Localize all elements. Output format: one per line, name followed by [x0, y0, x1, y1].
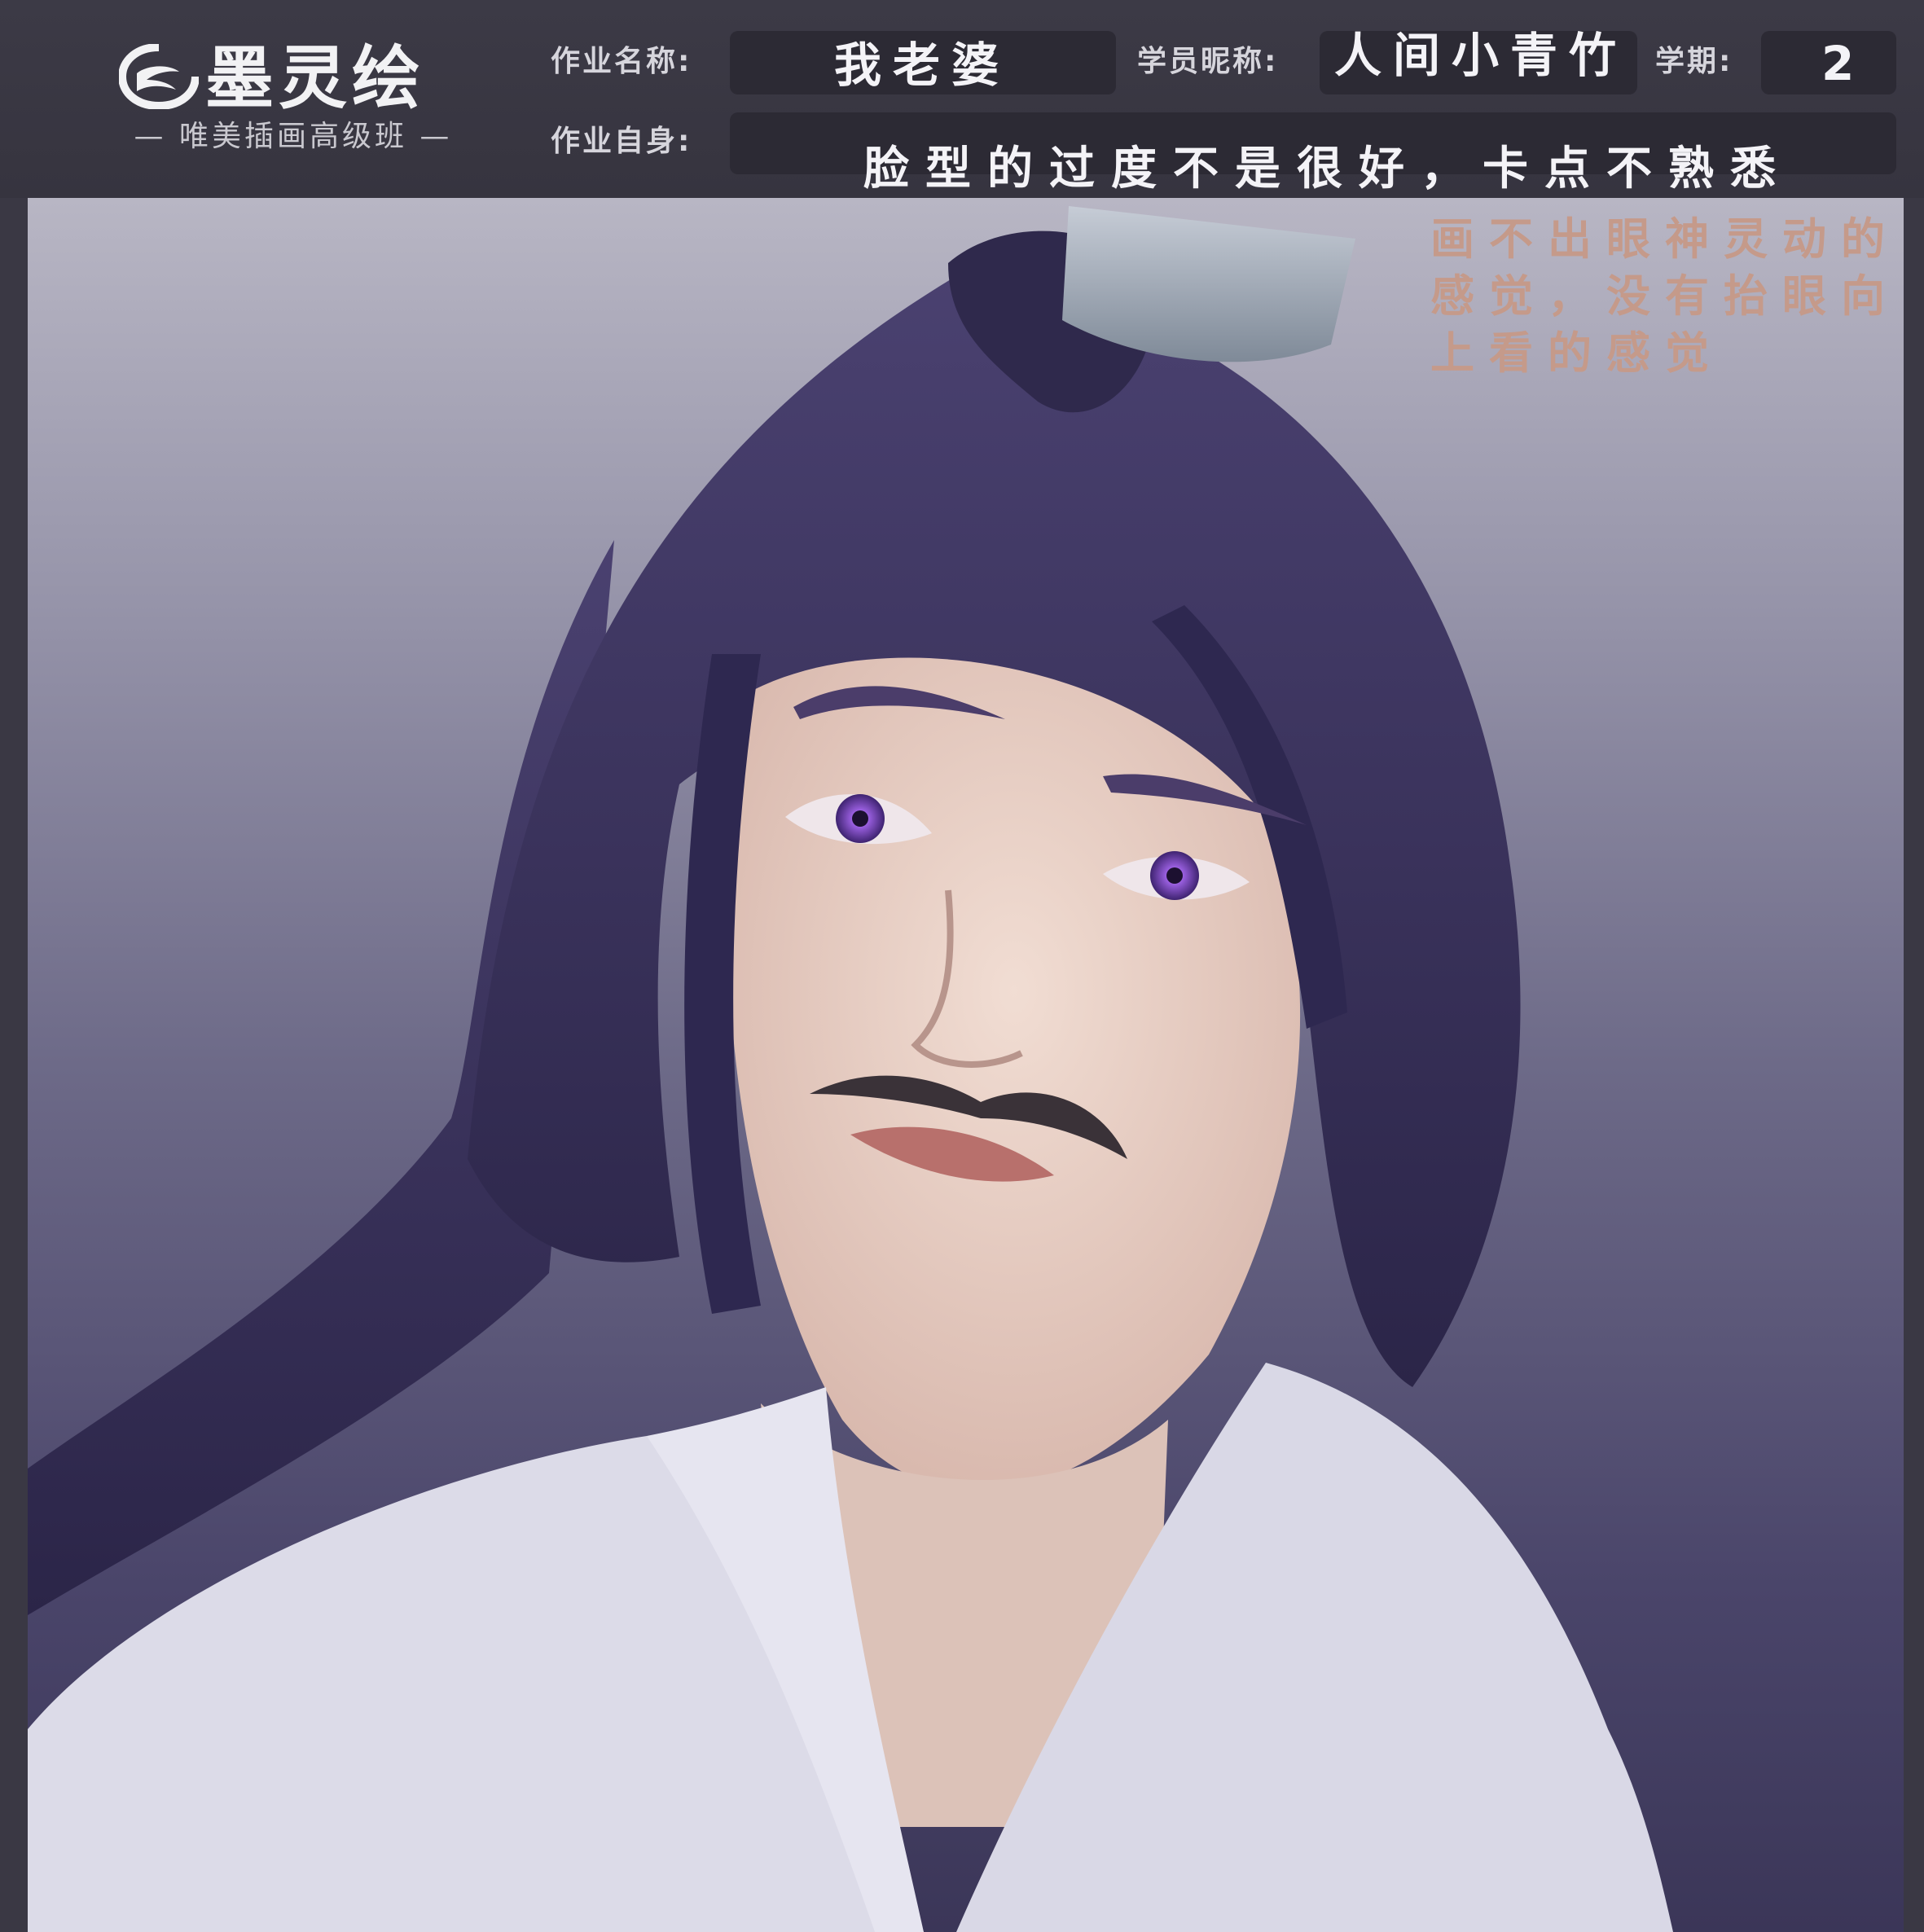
work-name-value: 我老婆: [834, 37, 1011, 93]
brand-subtitle: — 唯美插画高级班 —: [134, 120, 453, 153]
note-line-1: 画不出眼神灵动的: [1430, 213, 1900, 265]
note-line-2: 感觉，没有抬眼向: [1430, 270, 1900, 322]
term-value: 2: [1821, 36, 1855, 91]
student-label: 学员昵称:: [1137, 45, 1279, 78]
self-value: 脸型的过度不是很好，卡点不熟悉: [863, 143, 1792, 195]
brand-logo: 墨灵绘 — 唯美插画高级班 —: [114, 39, 472, 161]
student-value: 人间小青竹: [1334, 28, 1628, 83]
note-line-3: 上看的感觉: [1430, 327, 1724, 379]
work-name-label: 作业名称:: [551, 45, 692, 78]
logo-mark-icon: [119, 44, 199, 109]
artwork-canvas: [28, 198, 1904, 1932]
brand-name: 墨灵绘: [205, 38, 426, 118]
self-label: 作业自身:: [551, 125, 692, 158]
portrait-illustration: [28, 206, 1673, 1932]
term-label: 学期:: [1655, 45, 1733, 78]
